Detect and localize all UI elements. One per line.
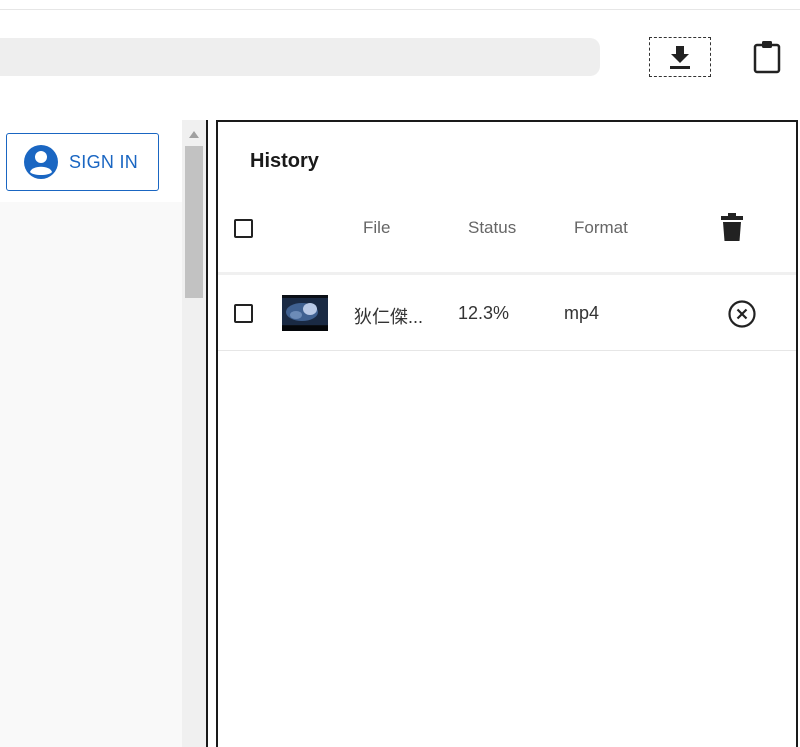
video-thumbnail (282, 295, 328, 331)
left-pane: SIGN IN (0, 120, 208, 747)
scroll-thumb[interactable] (185, 146, 203, 298)
clipboard-icon (753, 41, 781, 74)
column-header-status: Status (468, 218, 517, 237)
history-title: History (250, 150, 319, 172)
cancel-circle-icon (728, 300, 756, 328)
arrow-up-icon (189, 130, 199, 138)
scrollbar[interactable] (182, 120, 206, 747)
app-window: SIGN IN History File Status Format 狄仁傑..… (0, 0, 800, 747)
trash-icon (721, 213, 743, 241)
cancel-download-button[interactable] (726, 298, 758, 330)
account-circle-icon (23, 144, 59, 180)
scroll-up-arrow[interactable] (182, 124, 206, 144)
column-header-file: File (363, 218, 391, 237)
delete-all-button[interactable] (718, 210, 746, 244)
header-divider (218, 272, 796, 275)
column-header-format: Format (574, 218, 628, 237)
top-divider (0, 9, 800, 10)
status-value: 12.3% (458, 303, 510, 323)
url-input[interactable] (0, 38, 600, 76)
download-icon (670, 46, 690, 69)
row-checkbox[interactable] (234, 304, 253, 323)
download-button[interactable] (649, 37, 711, 77)
history-panel: History File Status Format 狄仁傑... 12.3% … (216, 120, 798, 747)
format-value: mp4 (564, 303, 600, 323)
sign-in-button[interactable]: SIGN IN (6, 133, 159, 191)
clipboard-button[interactable] (748, 38, 786, 76)
sign-in-label: SIGN IN (69, 151, 139, 172)
file-name: 狄仁傑... (354, 307, 424, 327)
left-header: SIGN IN (0, 120, 182, 202)
select-all-checkbox[interactable] (234, 219, 253, 238)
table-row[interactable]: 狄仁傑... 12.3% mp4 (218, 276, 796, 351)
